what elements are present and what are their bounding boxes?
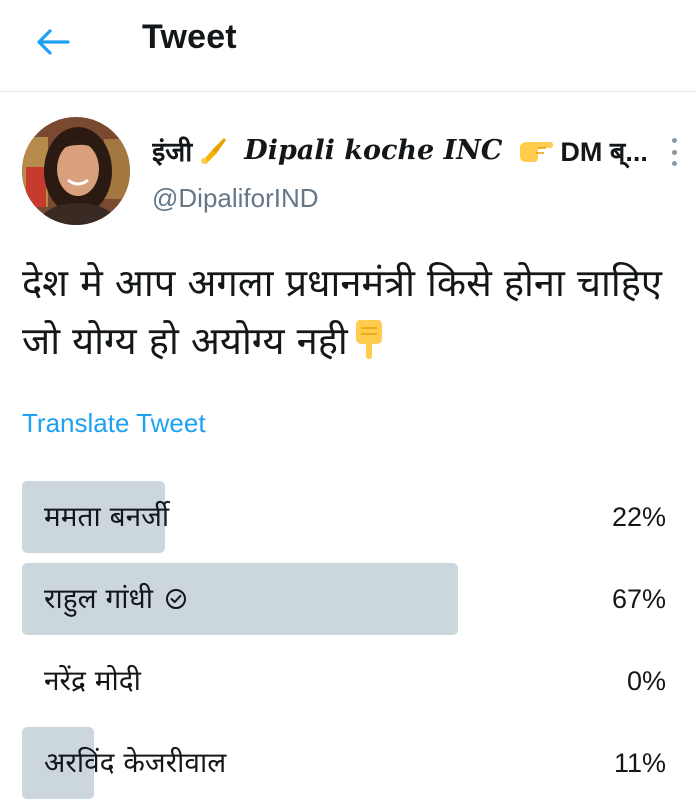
poll-option-label: राहुल गांधी (44, 582, 153, 615)
poll-option-percent: 0% (626, 666, 666, 696)
poll-option-percent: 67% (611, 584, 666, 614)
translate-tweet-link[interactable]: Translate Tweet (22, 408, 206, 439)
poll-option-label: नरेंद्र मोदी (44, 664, 141, 697)
poll-option-percent: 11% (613, 748, 666, 778)
writing-hand-emoji (198, 135, 228, 165)
author-name-main: Dipali koche INC (244, 134, 503, 166)
arrow-left-icon (37, 29, 70, 55)
author-display-name[interactable]: इंजी Dipali koche INC DM ब्... (152, 130, 652, 170)
poll-option-label: अरविंद केजरीवाल (44, 746, 227, 779)
poll-option[interactable]: राहुल गांधी 67% (22, 563, 672, 635)
poll-option-percent: 22% (611, 502, 666, 532)
more-options-icon[interactable] (664, 134, 684, 170)
author-handle[interactable]: @DipaliforIND (152, 183, 319, 214)
pointing-down-emoji (352, 318, 386, 376)
pointing-right-emoji (518, 136, 554, 164)
back-button[interactable] (30, 22, 76, 62)
author-name-suffix: DM ब्... (560, 136, 648, 167)
poll-option[interactable]: नरेंद्र मोदी 0% (22, 645, 672, 717)
author-name-prefix: इंजी (152, 136, 193, 167)
tweet-text: देश मे आप अगला प्रधानमंत्री किसे होना चा… (22, 254, 682, 376)
avatar[interactable] (22, 117, 130, 225)
poll: ममता बनर्जी 22% राहुल गांधी 67% नरेंद्र … (22, 481, 672, 800)
poll-option[interactable]: ममता बनर्जी 22% (22, 481, 672, 553)
poll-option[interactable]: अरविंद केजरीवाल 11% (22, 727, 672, 799)
poll-option-label: ममता बनर्जी (44, 500, 170, 533)
tweet-body: देश मे आप अगला प्रधानमंत्री किसे होना चा… (22, 261, 662, 363)
check-circle-icon (165, 588, 187, 610)
top-bar: Tweet (0, 0, 696, 92)
page-title: Tweet (142, 18, 237, 56)
